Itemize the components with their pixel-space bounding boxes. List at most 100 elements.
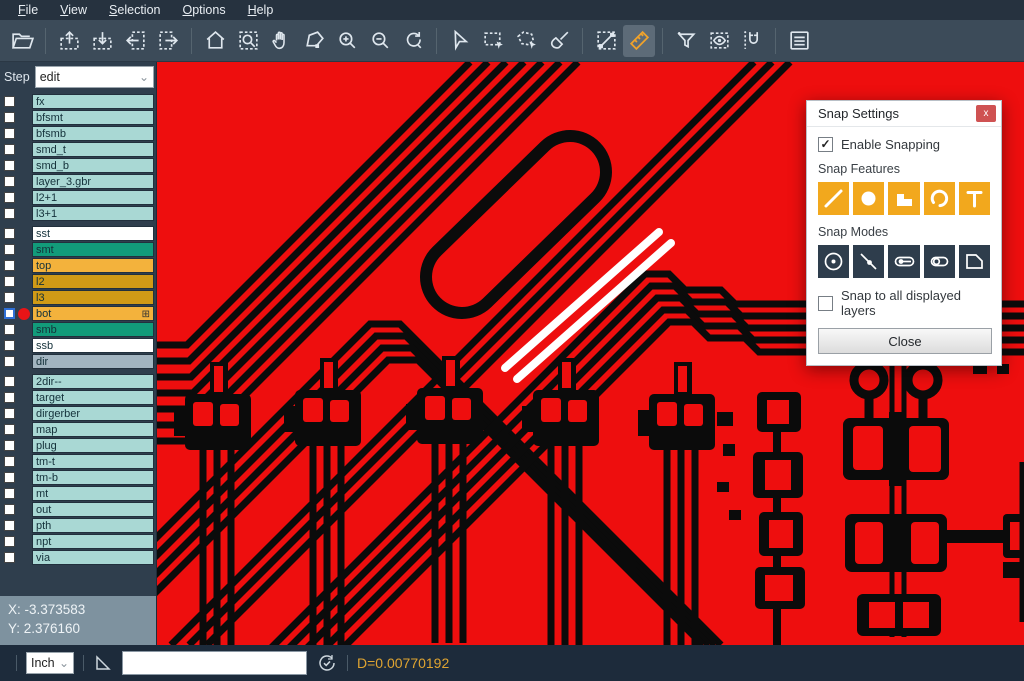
select-rectangle-button[interactable]	[477, 25, 509, 57]
layer-label[interactable]: smd_b	[32, 158, 154, 173]
layer-row-dirgerber[interactable]: dirgerber	[2, 406, 154, 421]
dialog-title-bar[interactable]: Snap Settings x	[807, 101, 1001, 127]
import-up-button[interactable]	[53, 25, 85, 57]
layer-visibility-checkbox[interactable]	[4, 144, 15, 155]
select-pointer-button[interactable]	[444, 25, 476, 57]
layer-row-l3[interactable]: l3	[2, 290, 154, 305]
layer-visibility-checkbox[interactable]	[4, 552, 15, 563]
menu-selection[interactable]: Selection	[99, 1, 170, 19]
snap-mode-slot-key-button[interactable]	[888, 245, 919, 278]
layer-label[interactable]: target	[32, 390, 154, 405]
layer-row-tm-t[interactable]: tm-t	[2, 454, 154, 469]
command-input[interactable]	[122, 651, 307, 675]
layer-label[interactable]: 2dir--	[32, 374, 154, 389]
layer-visibility-checkbox[interactable]	[4, 192, 15, 203]
layer-row-l2+1[interactable]: l2+1	[2, 190, 154, 205]
layer-row-sst[interactable]: sst	[2, 226, 154, 241]
zoom-window-button[interactable]	[232, 25, 264, 57]
layer-row-smt[interactable]: smt	[2, 242, 154, 257]
clean-brush-button[interactable]	[543, 25, 575, 57]
layer-label[interactable]: tm-b	[32, 470, 154, 485]
layer-visibility-checkbox[interactable]	[4, 228, 15, 239]
layer-row-2dir--[interactable]: 2dir--	[2, 374, 154, 389]
layer-label[interactable]: bfsmt	[32, 110, 154, 125]
filter-button[interactable]	[670, 25, 702, 57]
layer-label[interactable]: sst	[32, 226, 154, 241]
layer-label[interactable]: layer_3.gbr	[32, 174, 154, 189]
layer-visibility-checkbox[interactable]	[4, 340, 15, 351]
layer-row-layer_3.gbr[interactable]: layer_3.gbr	[2, 174, 154, 189]
layer-row-bfsmt[interactable]: bfsmt	[2, 110, 154, 125]
import-right-button[interactable]	[152, 25, 184, 57]
layer-row-bfsmb[interactable]: bfsmb	[2, 126, 154, 141]
layer-visibility-checkbox[interactable]	[4, 392, 15, 403]
layer-label[interactable]: dir	[32, 354, 154, 369]
layer-visibility-checkbox[interactable]	[4, 488, 15, 499]
snap-all-layers-checkbox[interactable]	[818, 296, 833, 311]
menu-view[interactable]: View	[50, 1, 97, 19]
snap-feature-arc-button[interactable]	[924, 182, 955, 215]
layer-visibility-checkbox[interactable]	[4, 536, 15, 547]
layer-row-fx[interactable]: fx	[2, 94, 154, 109]
layer-visibility-checkbox[interactable]	[4, 176, 15, 187]
layer-visibility-checkbox[interactable]	[4, 424, 15, 435]
snap-feature-pad-button[interactable]	[853, 182, 884, 215]
layer-label[interactable]: l3	[32, 290, 154, 305]
layer-visibility-checkbox[interactable]	[4, 472, 15, 483]
layer-label[interactable]: tm-t	[32, 454, 154, 469]
menu-options[interactable]: Options	[172, 1, 235, 19]
layer-row-plug[interactable]: plug	[2, 438, 154, 453]
open-project-button[interactable]	[6, 25, 38, 57]
layer-visibility-checkbox[interactable]	[4, 504, 15, 515]
apply-refresh-icon[interactable]	[316, 652, 338, 674]
layer-visibility-checkbox[interactable]	[4, 208, 15, 219]
import-down-button[interactable]	[86, 25, 118, 57]
layer-row-tm-b[interactable]: tm-b	[2, 470, 154, 485]
layer-label[interactable]: map	[32, 422, 154, 437]
measure-line-button[interactable]	[590, 25, 622, 57]
layer-row-l3+1[interactable]: l3+1	[2, 206, 154, 221]
layer-visibility-checkbox[interactable]	[4, 456, 15, 467]
import-left-button[interactable]	[119, 25, 151, 57]
layer-label[interactable]: mt	[32, 486, 154, 501]
layer-row-smd_t[interactable]: smd_t	[2, 142, 154, 157]
layer-label[interactable]: bot⊞	[32, 306, 154, 321]
layer-label[interactable]: npt	[32, 534, 154, 549]
home-view-button[interactable]	[199, 25, 231, 57]
units-select[interactable]: Inch ⌄	[26, 652, 74, 674]
layer-visibility-checkbox[interactable]	[4, 520, 15, 531]
close-button[interactable]: Close	[818, 328, 992, 354]
layer-row-map[interactable]: map	[2, 422, 154, 437]
snap-feature-text-button[interactable]	[959, 182, 990, 215]
snap-mode-contour-button[interactable]	[959, 245, 990, 278]
layer-table-button[interactable]	[783, 25, 815, 57]
menu-file[interactable]: File	[8, 1, 48, 19]
layer-visibility-checkbox[interactable]	[4, 128, 15, 139]
pan-button[interactable]	[265, 25, 297, 57]
layer-row-via[interactable]: via	[2, 550, 154, 565]
layer-visibility-checkbox[interactable]	[4, 376, 15, 387]
step-select[interactable]: edit ⌄	[35, 66, 154, 88]
layer-visibility-checkbox[interactable]	[4, 324, 15, 335]
layer-visibility-checkbox[interactable]	[4, 260, 15, 271]
layer-row-npt[interactable]: npt	[2, 534, 154, 549]
layer-label[interactable]: bfsmb	[32, 126, 154, 141]
layer-label[interactable]: smt	[32, 242, 154, 257]
layer-visibility-checkbox[interactable]	[4, 356, 15, 367]
layer-label[interactable]: fx	[32, 94, 154, 109]
menu-help[interactable]: Help	[238, 1, 284, 19]
zoom-polygon-button[interactable]	[298, 25, 330, 57]
layer-visibility-checkbox[interactable]	[4, 244, 15, 255]
layer-row-top[interactable]: top	[2, 258, 154, 273]
layer-label[interactable]: ssb	[32, 338, 154, 353]
snap-feature-surface-button[interactable]	[888, 182, 919, 215]
layer-visibility-checkbox[interactable]	[4, 440, 15, 451]
measure-ruler-button[interactable]	[623, 25, 655, 57]
snap-mode-center-button[interactable]	[818, 245, 849, 278]
snap-button[interactable]	[736, 25, 768, 57]
layer-label[interactable]: dirgerber	[32, 406, 154, 421]
select-polygon-button[interactable]	[510, 25, 542, 57]
layer-label[interactable]: out	[32, 502, 154, 517]
snap-all-layers-row[interactable]: Snap to all displayed layers	[818, 288, 990, 318]
layer-row-target[interactable]: target	[2, 390, 154, 405]
